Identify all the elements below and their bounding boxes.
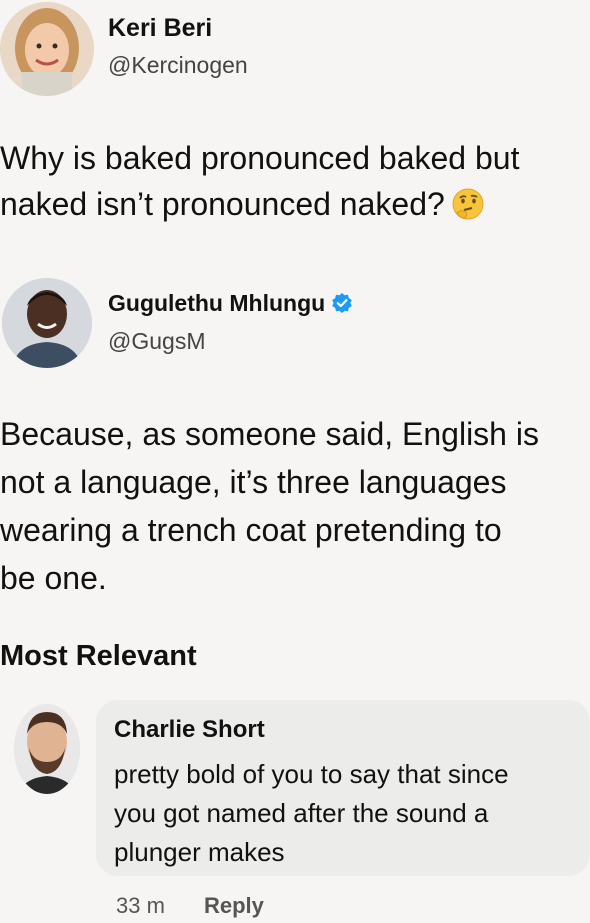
thinking-face-icon xyxy=(451,187,485,221)
comment-text-line: plunger makes xyxy=(114,837,285,867)
post-text-line-content: naked isn’t pronounced naked? xyxy=(0,186,445,222)
charlie-short-avatar[interactable] xyxy=(14,704,80,794)
person-avatar-icon xyxy=(0,2,94,96)
reply-author-name[interactable]: Gugulethu Mhlungu xyxy=(108,290,353,317)
person-avatar-icon xyxy=(14,704,80,794)
post-text-line: naked isn’t pronounced naked? xyxy=(0,181,590,227)
comments-sort-heading[interactable]: Most Relevant xyxy=(0,640,197,673)
reply-author-handle[interactable]: @GugsM xyxy=(108,328,205,355)
post-author-name[interactable]: Keri Beri xyxy=(108,14,212,43)
reply-text-line: wearing a trench coat pretending to xyxy=(0,512,502,548)
post-text-line: Why is baked pronounced baked but xyxy=(0,140,520,176)
reply-author-name-text: Gugulethu Mhlungu xyxy=(108,290,326,316)
keri-beri-avatar[interactable] xyxy=(0,2,94,96)
reply-text-line: not a language, it’s three languages xyxy=(0,464,507,500)
comment-author-name[interactable]: Charlie Short xyxy=(114,716,265,744)
comment-text-line: pretty bold of you to say that since xyxy=(114,759,509,789)
reply-text: Because, as someone said, English is not… xyxy=(0,410,590,602)
comment-timestamp: 33 m xyxy=(116,893,165,918)
comment-text: pretty bold of you to say that since you… xyxy=(114,755,584,872)
post-author-handle[interactable]: @Kercinogen xyxy=(108,52,248,79)
reply-text-line: be one. xyxy=(0,560,107,596)
comment-reply-button[interactable]: Reply xyxy=(204,893,264,919)
comment-text-line: you got named after the sound a xyxy=(114,798,489,828)
gugulethu-mhlungu-avatar[interactable] xyxy=(2,278,92,368)
post-text: Why is baked pronounced baked but naked … xyxy=(0,135,590,227)
verified-badge-icon xyxy=(331,292,353,314)
person-avatar-icon xyxy=(2,278,92,368)
reply-text-line: Because, as someone said, English is xyxy=(0,416,539,452)
